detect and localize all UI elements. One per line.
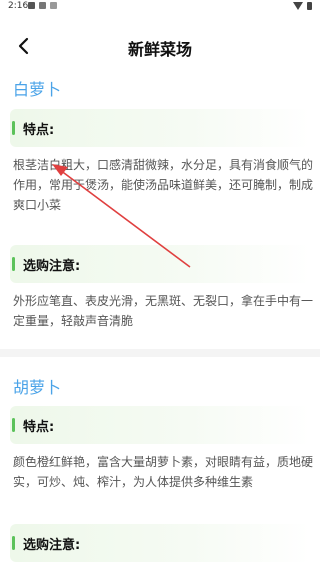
section-marker	[12, 418, 15, 432]
vegetable-name: 白萝卜	[13, 80, 62, 99]
download-notification-icon	[39, 2, 46, 9]
features-text: 根茎洁白粗大，口感清甜微辣，水分足，具有消食顺气的作用，常用于煲汤，能使汤品味道…	[13, 158, 314, 212]
features-header: 特点:	[10, 406, 310, 444]
status-bar: 2:16	[0, 0, 320, 14]
page-title: 新鲜菜场	[127, 40, 192, 59]
features-label: 特点:	[23, 123, 55, 138]
vegetable-name: 胡萝卜	[13, 378, 62, 397]
section-marker	[12, 121, 15, 135]
system-icons	[293, 2, 312, 10]
battery-icon	[307, 2, 312, 10]
status-time: 2:16	[8, 1, 29, 11]
notification-icons	[28, 2, 57, 9]
tips-label: 选购注意:	[23, 259, 81, 274]
tips-header: 选购注意:	[10, 245, 310, 283]
tips-header: 选购注意:	[10, 524, 310, 562]
features-header: 特点:	[10, 109, 310, 147]
section-marker	[12, 257, 15, 271]
section-marker	[12, 536, 15, 550]
image-notification-icon	[28, 2, 35, 9]
tips-label: 选购注意:	[23, 538, 81, 553]
features-label: 特点:	[23, 420, 55, 435]
section-divider	[0, 349, 320, 357]
header: 新鲜菜场	[0, 28, 320, 64]
wifi-icon	[293, 2, 303, 10]
app-notification-icon	[50, 2, 57, 9]
features-text: 颜色橙红鲜艳，富含大量胡萝卜素，对眼睛有益，质地硬实，可炒、炖、榨汁，为人体提供…	[13, 455, 314, 489]
tips-text: 外形应笔直、表皮光滑，无黑斑、无裂口，拿在手中有一定重量，轻敲声音清脆	[13, 294, 314, 328]
